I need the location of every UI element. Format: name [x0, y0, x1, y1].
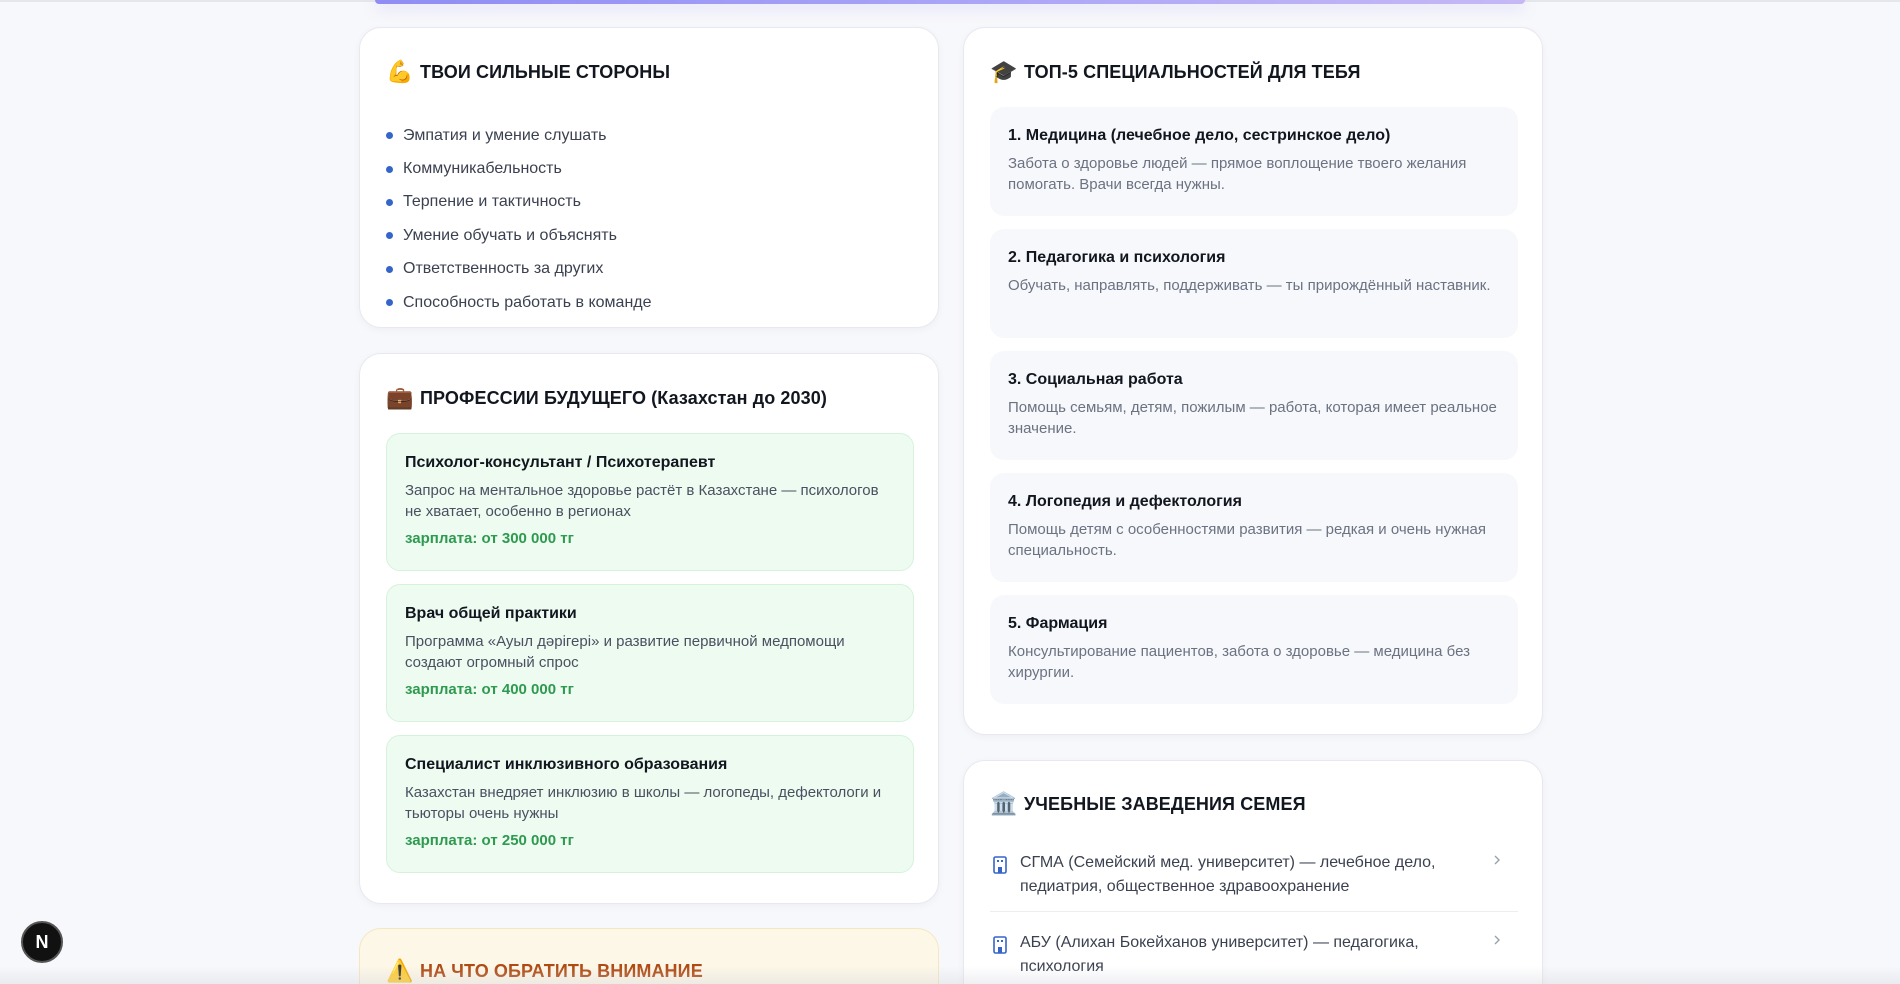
specialty-description: Обучать, направлять, поддерживать — ты п…	[1008, 277, 1491, 294]
specialty-item: 2. Педагогика и психология Обучать, напр…	[990, 229, 1518, 338]
profession-salary: зарплата: от 400 000 тг	[405, 681, 574, 698]
bullet-icon	[386, 198, 393, 206]
profession-item: Специалист инклюзивного образования Каза…	[386, 735, 914, 873]
specialties-title: 🎓 ТОП-5 СПЕЦИАЛЬНОСТЕЙ ДЛЯ ТЕБЯ	[990, 61, 1361, 83]
institution-item[interactable]: АБУ (Алихан Бокейханов университет) — пе…	[990, 931, 1504, 979]
building-icon	[990, 933, 1010, 957]
specialty-item: 5. Фармация Консультирование пациентов, …	[990, 595, 1518, 704]
list-item: Терпение и тактичность	[386, 186, 652, 219]
institution-text: СГМА (Семейский мед. университет) — лече…	[1020, 854, 1436, 895]
specialty-item: 1. Медицина (лечебное дело, сестринское …	[990, 107, 1518, 216]
strength-text: Умение обучать и объяснять	[403, 226, 617, 244]
specialty-item: 3. Социальная работа Помощь семьям, детя…	[990, 351, 1518, 460]
profession-description: Программа «Ауыл дәрігері» и развитие пер…	[405, 633, 845, 671]
professions-card: 💼 ПРОФЕССИИ БУДУЩЕГО (Казахстан до 2030)…	[359, 353, 939, 904]
bullet-icon	[386, 265, 393, 273]
profession-item: Врач общей практики Программа «Ауыл дәрі…	[386, 584, 914, 722]
list-item: Коммуникабельность	[386, 152, 652, 185]
specialties-title-text: ТОП-5 СПЕЦИАЛЬНОСТЕЙ ДЛЯ ТЕБЯ	[1024, 61, 1361, 82]
warning-title: ⚠️ НА ЧТО ОБРАТИТЬ ВНИМАНИЕ	[386, 960, 703, 982]
specialty-description: Помощь детям с особенностями развития — …	[1008, 521, 1487, 559]
specialty-description: Консультирование пациентов, забота о здо…	[1008, 643, 1470, 681]
profession-salary: зарплата: от 250 000 тг	[405, 832, 574, 849]
specialty-description: Помощь семьям, детям, пожилым — работа, …	[1008, 399, 1497, 437]
specialty-name: 2. Педагогика и психология	[1008, 249, 1226, 266]
institutions-card: 🏛️ УЧЕБНЫЕ ЗАВЕДЕНИЯ СЕМЕЯ СГМА (Семейск…	[963, 760, 1543, 984]
profession-name: Специалист инклюзивного образования	[405, 756, 728, 773]
strength-text: Способность работать в команде	[403, 293, 652, 311]
profession-name: Врач общей практики	[405, 605, 577, 622]
strength-text: Терпение и тактичность	[403, 193, 581, 211]
warning-card: ⚠️ НА ЧТО ОБРАТИТЬ ВНИМАНИЕ	[359, 928, 939, 984]
profession-salary: зарплата: от 300 000 тг	[405, 530, 574, 547]
chevron-right-icon	[1490, 933, 1504, 947]
specialty-item: 4. Логопедия и дефектология Помощь детям…	[990, 473, 1518, 582]
specialty-description: Забота о здоровье людей — прямое воплоще…	[1008, 155, 1467, 193]
strength-text: Коммуникабельность	[403, 160, 562, 178]
chevron-right-icon	[1490, 853, 1504, 867]
classical-building-icon: 🏛️	[990, 791, 1018, 816]
institution-item[interactable]: СГМА (Семейский мед. университет) — лече…	[990, 851, 1504, 899]
building-icon	[990, 853, 1010, 877]
strength-text: Ответственность за других	[403, 260, 604, 278]
warning-icon: ⚠️	[386, 958, 414, 983]
divider	[990, 911, 1518, 912]
profession-description: Казахстан внедряет инклюзию в школы — ло…	[405, 784, 882, 822]
bullet-icon	[386, 232, 393, 240]
strength-text: Эмпатия и умение слушать	[403, 126, 607, 144]
specialty-name: 3. Социальная работа	[1008, 371, 1183, 388]
strengths-list: Эмпатия и умение слушать Коммуникабельно…	[386, 119, 652, 319]
list-item: Эмпатия и умение слушать	[386, 119, 652, 152]
specialty-name: 1. Медицина (лечебное дело, сестринское …	[1008, 127, 1391, 144]
specialty-name: 4. Логопедия и дефектология	[1008, 493, 1242, 510]
flexed-biceps-icon: 💪	[386, 59, 414, 84]
list-item: Умение обучать и объяснять	[386, 219, 652, 252]
bottom-scroll-shadow	[0, 966, 1900, 984]
professions-title: 💼 ПРОФЕССИИ БУДУЩЕГО (Казахстан до 2030)	[386, 387, 827, 409]
list-item: Ответственность за других	[386, 253, 652, 286]
warning-title-text: НА ЧТО ОБРАТИТЬ ВНИМАНИЕ	[420, 960, 703, 981]
header-glow-bar	[375, 0, 1525, 4]
briefcase-icon: 💼	[386, 385, 414, 410]
bullet-icon	[386, 299, 393, 307]
professions-title-text: ПРОФЕССИИ БУДУЩЕГО (Казахстан до 2030)	[420, 387, 827, 408]
institution-text: АБУ (Алихан Бокейханов университет) — пе…	[1020, 934, 1419, 975]
bullet-icon	[386, 132, 393, 140]
strengths-card: 💪 ТВОИ СИЛЬНЫЕ СТОРОНЫ Эмпатия и умение …	[359, 27, 939, 328]
strengths-title: 💪 ТВОИ СИЛЬНЫЕ СТОРОНЫ	[386, 61, 670, 83]
profession-name: Психолог-консультант / Психотерапевт	[405, 454, 716, 471]
profession-item: Психолог-консультант / Психотерапевт Зап…	[386, 433, 914, 571]
strengths-title-text: ТВОИ СИЛЬНЫЕ СТОРОНЫ	[420, 61, 671, 82]
specialties-card: 🎓 ТОП-5 СПЕЦИАЛЬНОСТЕЙ ДЛЯ ТЕБЯ 1. Медиц…	[963, 27, 1543, 735]
institutions-title: 🏛️ УЧЕБНЫЕ ЗАВЕДЕНИЯ СЕМЕЯ	[990, 793, 1306, 815]
specialty-name: 5. Фармация	[1008, 615, 1108, 632]
list-item: Способность работать в команде	[386, 286, 652, 319]
institutions-title-text: УЧЕБНЫЕ ЗАВЕДЕНИЯ СЕМЕЯ	[1024, 793, 1306, 814]
profession-description: Запрос на ментальное здоровье растёт в К…	[405, 482, 879, 520]
graduation-cap-icon: 🎓	[990, 59, 1018, 84]
bullet-icon	[386, 165, 393, 173]
dev-tools-badge[interactable]: N	[21, 921, 63, 963]
